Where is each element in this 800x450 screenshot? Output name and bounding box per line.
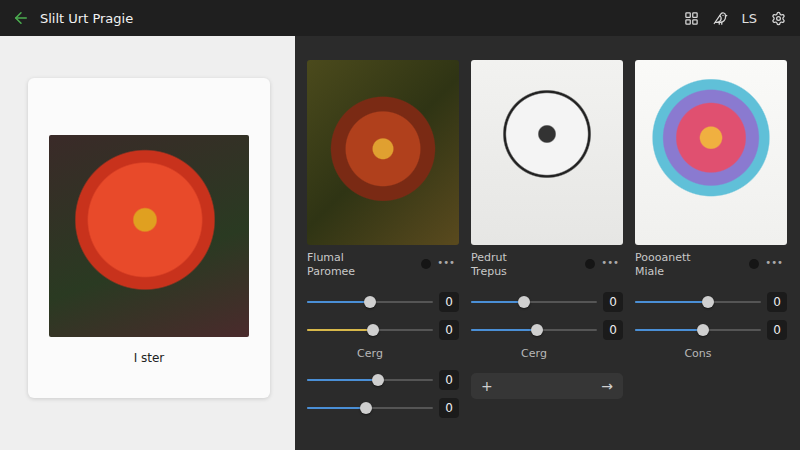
slider-thumb[interactable] (364, 296, 376, 308)
style-preview[interactable] (471, 60, 623, 245)
more-menu[interactable]: ••• (437, 257, 459, 268)
group-label: Cons (635, 347, 787, 363)
style-column: Pedrut Trepus•••00Cerg+→ (471, 60, 623, 450)
slider[interactable] (635, 291, 761, 313)
slider[interactable] (307, 397, 433, 419)
slider-row: 0 (471, 291, 623, 313)
slider-row: 0 (635, 319, 787, 341)
slider-fill (635, 329, 703, 331)
style-header: Poooanett Miale ••• (635, 251, 787, 279)
style-preview[interactable] (635, 60, 787, 245)
value-field[interactable]: 0 (439, 292, 459, 312)
styles-panel: Flumal Paromee ••• 0 0 Cerg 0 0 Pedrut Trepus ••… (295, 36, 800, 450)
style-title: Poooanett Miale (635, 251, 707, 279)
slider-row: 0 (471, 319, 623, 341)
slider[interactable] (635, 319, 761, 341)
value-field[interactable]: 0 (439, 320, 459, 340)
slider[interactable] (307, 291, 433, 313)
add-row[interactable]: +→ (471, 373, 623, 399)
slider-row: 0 (635, 291, 787, 313)
toolbar-icons: LS (684, 11, 787, 26)
slider-thumb[interactable] (372, 374, 384, 386)
slider-fill (307, 379, 378, 381)
style-title: Pedrut Trepus (471, 251, 543, 279)
slider-fill (307, 407, 366, 409)
slider[interactable] (471, 319, 597, 341)
slider-row: 0 (307, 397, 459, 419)
source-card: I ster (28, 78, 270, 398)
style-column: Flumal Paromee ••• 0 0 Cerg 0 0 (307, 60, 459, 450)
add-button[interactable]: + (481, 378, 493, 394)
more-menu[interactable]: ••• (601, 257, 623, 268)
group-label: Cerg (471, 347, 623, 363)
app-window: Slilt Urt Pragie LS I ster Flumal Paromee ••… (0, 0, 800, 450)
style-dot[interactable] (749, 259, 759, 269)
value-field[interactable]: 0 (767, 320, 787, 340)
style-column: Poooanett Miale ••• 0 0 Cons (635, 60, 787, 450)
go-button[interactable]: → (601, 378, 613, 394)
source-panel: I ster (0, 36, 295, 450)
value-field[interactable]: 0 (603, 292, 623, 312)
style-dot[interactable] (421, 259, 431, 269)
style-preview[interactable] (307, 60, 459, 245)
slider-thumb[interactable] (360, 402, 372, 414)
value-field[interactable]: 0 (767, 292, 787, 312)
group-label: Cerg (307, 347, 459, 363)
style-controls: 0 0 Cerg 0 0 (307, 291, 459, 419)
grid-icon[interactable] (684, 11, 699, 26)
style-title: Flumal Paromee (307, 251, 379, 279)
slider-fill (471, 301, 524, 303)
back-arrow-icon[interactable] (12, 9, 30, 27)
slider-row: 0 (307, 319, 459, 341)
source-caption: I ster (134, 351, 165, 365)
slider-thumb[interactable] (367, 324, 379, 336)
user-badge[interactable]: LS (742, 11, 758, 26)
slider-thumb[interactable] (697, 324, 709, 336)
slider-thumb[interactable] (702, 296, 714, 308)
style-header: Pedrut Trepus ••• (471, 251, 623, 279)
value-field[interactable]: 0 (439, 398, 459, 418)
workspace: I ster Flumal Paromee ••• 0 0 Cerg 0 0 Pedrut Tr… (0, 36, 800, 450)
slider-fill (471, 329, 537, 331)
style-dot[interactable] (585, 259, 595, 269)
bird-icon[interactable] (713, 11, 728, 26)
value-field[interactable]: 0 (603, 320, 623, 340)
slider-row: 0 (307, 291, 459, 313)
window-title: Slilt Urt Pragie (40, 11, 674, 26)
slider[interactable] (307, 319, 433, 341)
source-photo (49, 135, 249, 337)
slider-row: 0 (307, 369, 459, 391)
top-bar: Slilt Urt Pragie LS (0, 0, 800, 36)
gear-icon[interactable] (771, 11, 786, 26)
slider-thumb[interactable] (518, 296, 530, 308)
slider-fill (307, 329, 373, 331)
style-header: Flumal Paromee ••• (307, 251, 459, 279)
slider-fill (635, 301, 708, 303)
value-field[interactable]: 0 (439, 370, 459, 390)
more-menu[interactable]: ••• (765, 257, 787, 268)
slider[interactable] (471, 291, 597, 313)
style-controls: 0 0 Cons (635, 291, 787, 363)
slider[interactable] (307, 369, 433, 391)
slider-fill (307, 301, 370, 303)
style-controls: 00Cerg+→ (471, 291, 623, 399)
slider-thumb[interactable] (531, 324, 543, 336)
